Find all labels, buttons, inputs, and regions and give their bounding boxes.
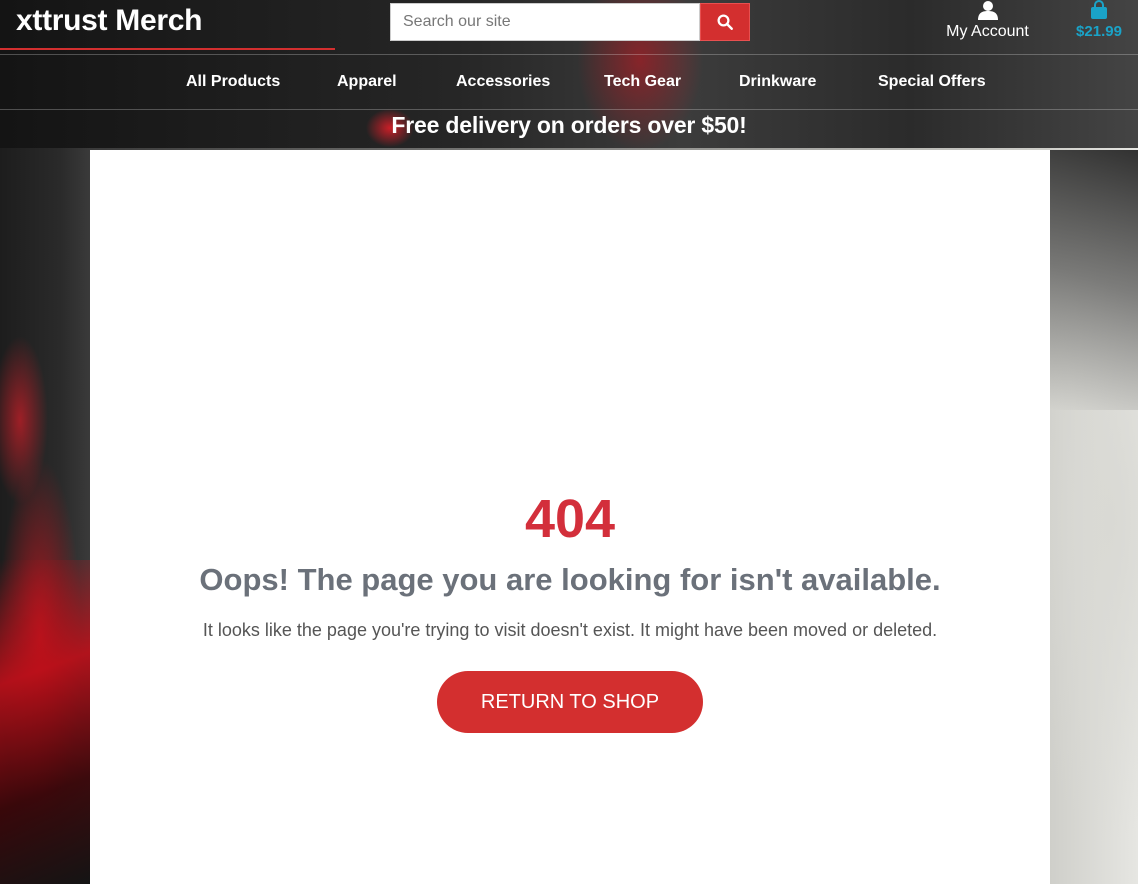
search-button[interactable] (700, 3, 750, 41)
promo-banner: Free delivery on orders over $50! (391, 112, 747, 138)
error-page-content: 404 Oops! The page you are looking for i… (90, 150, 1050, 884)
error-message: It looks like the page you're trying to … (202, 620, 938, 640)
error-title: Oops! The page you are looking for isn't… (199, 562, 941, 597)
main-navigation: All Products Apparel Accessories Tech Ge… (0, 54, 1138, 110)
brand-name[interactable]: xttrust Merch (16, 4, 202, 38)
cart-total[interactable]: $21.99 (1068, 23, 1130, 40)
search-icon (717, 14, 733, 30)
search-bar (390, 3, 750, 41)
site-header: xttrust Merch My Account $21.99 All Prod… (0, 0, 1138, 148)
background-dark-streak (1050, 150, 1138, 410)
nav-item-special-offers[interactable]: Special Offers (878, 73, 986, 91)
my-account-link[interactable]: My Account (935, 0, 1040, 48)
my-account-label[interactable]: My Account (935, 23, 1040, 41)
search-input[interactable] (390, 3, 700, 41)
return-to-shop-button[interactable]: RETURN TO SHOP (437, 671, 703, 733)
nav-item-apparel[interactable]: Apparel (337, 73, 397, 91)
brand-logo[interactable]: xttrust Merch (0, 0, 335, 50)
background-red-streak (0, 560, 90, 884)
nav-item-drinkware[interactable]: Drinkware (739, 73, 816, 91)
nav-item-all-products[interactable]: All Products (186, 73, 280, 91)
shopping-bag-icon (1091, 0, 1107, 19)
error-code: 404 (524, 489, 616, 549)
user-icon (978, 1, 998, 20)
cart-link[interactable]: $21.99 (1068, 0, 1130, 48)
nav-item-accessories[interactable]: Accessories (456, 73, 550, 91)
nav-item-tech-gear[interactable]: Tech Gear (604, 73, 681, 91)
